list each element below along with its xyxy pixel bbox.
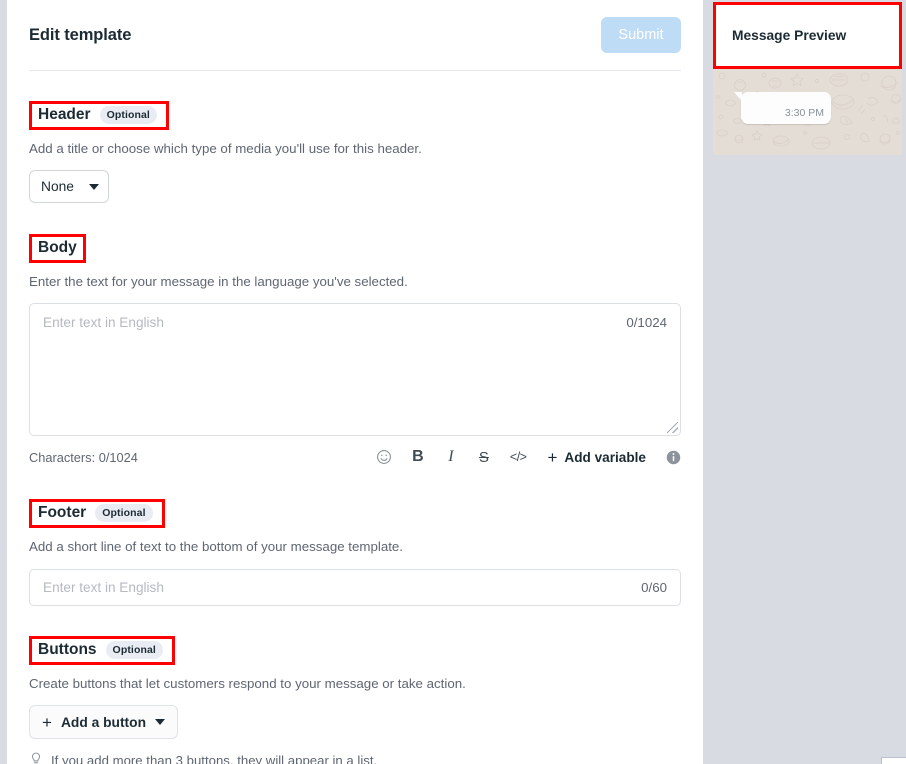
- card-header-row: Edit template Submit: [7, 0, 703, 70]
- message-preview-chat-area: 3:30 PM: [713, 69, 902, 155]
- footer-optional-badge: Optional: [95, 504, 153, 522]
- edit-template-card: Edit template Submit Header Optional Add…: [7, 0, 703, 764]
- footer-input-placeholder: Enter text in English: [43, 580, 164, 595]
- textarea-resize-handle[interactable]: [667, 422, 678, 433]
- buttons-section-description: Create buttons that let customers respon…: [29, 676, 466, 691]
- bold-button[interactable]: B: [411, 448, 425, 466]
- info-icon[interactable]: [665, 450, 681, 465]
- section-buttons: Buttons Optional Create buttons that let…: [7, 636, 703, 764]
- footer-section-title: Footer: [38, 504, 87, 521]
- header-type-select-value: None: [41, 179, 74, 194]
- italic-button[interactable]: I: [444, 448, 458, 466]
- header-section-description: Add a title or choose which type of medi…: [29, 141, 422, 156]
- submit-button[interactable]: Submit: [601, 17, 681, 53]
- buttons-hint-text: If you add more than 3 buttons, they wil…: [51, 752, 378, 764]
- body-characters-label: Characters: 0/1024: [29, 449, 138, 465]
- preview-message-bubble: 3:30 PM: [734, 92, 831, 124]
- footer-character-counter: 0/60: [641, 580, 667, 595]
- lightbulb-icon: [29, 752, 43, 764]
- body-section-title: Body: [38, 239, 77, 256]
- body-section-description: Enter the text for your message in the l…: [29, 274, 408, 289]
- preview-message-time: 3:30 PM: [784, 107, 824, 119]
- formatting-tools: B I S </> + Add variable: [376, 448, 681, 466]
- buttons-hint: If you add more than 3 buttons, they wil…: [29, 752, 681, 764]
- emoji-icon[interactable]: [376, 449, 392, 465]
- section-body: Body Enter the text for your message in …: [7, 234, 703, 469]
- footer-text-input[interactable]: Enter text in English 0/60: [29, 569, 681, 606]
- body-toolbar: Characters: 0/1024 B I S </> + Add varia…: [29, 445, 681, 469]
- buttons-section-title: Buttons: [38, 641, 97, 658]
- header-optional-badge: Optional: [99, 106, 157, 124]
- body-textarea-placeholder: Enter text in English: [43, 315, 164, 330]
- message-preview-panel: Message Preview 3:30 PM: [711, 0, 903, 155]
- plus-icon: +: [42, 712, 52, 732]
- add-a-button-label: Add a button: [60, 714, 146, 730]
- message-preview-header-highlight: Message Preview: [713, 2, 902, 69]
- header-divider: [29, 70, 681, 71]
- header-section-heading-highlight: Header Optional: [29, 101, 169, 130]
- footer-section-description: Add a short line of text to the bottom o…: [29, 539, 403, 554]
- chevron-down-icon: [155, 719, 165, 725]
- buttons-optional-badge: Optional: [105, 641, 163, 659]
- code-button[interactable]: </>: [510, 450, 527, 464]
- body-section-heading-highlight: Body: [29, 234, 86, 263]
- section-footer: Footer Optional Add a short line of text…: [7, 499, 703, 606]
- section-header: Header Optional Add a title or choose wh…: [7, 101, 703, 203]
- header-section-title: Header: [38, 106, 91, 123]
- plus-icon: +: [547, 447, 558, 467]
- add-variable-button[interactable]: + Add variable: [547, 449, 646, 466]
- add-variable-label: Add variable: [564, 449, 646, 465]
- page-title: Edit template: [29, 25, 132, 44]
- chevron-down-icon: [89, 183, 99, 190]
- message-preview-title: Message Preview: [732, 28, 847, 43]
- footer-section-heading-highlight: Footer Optional: [29, 499, 165, 528]
- corner-panel-edge: [881, 757, 906, 764]
- strikethrough-button[interactable]: S: [477, 449, 491, 466]
- header-type-select[interactable]: None: [29, 170, 109, 203]
- buttons-section-heading-highlight: Buttons Optional: [29, 636, 175, 665]
- add-a-button-dropdown[interactable]: + Add a button: [29, 705, 178, 739]
- body-character-counter: 0/1024: [626, 315, 667, 330]
- body-textarea-wrapper[interactable]: Enter text in English 0/1024: [29, 303, 681, 436]
